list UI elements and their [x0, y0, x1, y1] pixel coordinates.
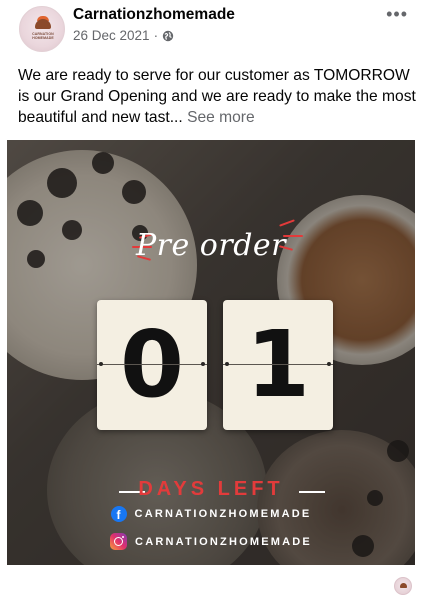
facebook-handle: CARNATIONZHOMEMADE [134, 508, 312, 520]
post-header: CARNATION HOMEMADE Carnationzhomemade 26… [0, 0, 422, 60]
hinge-pin [201, 362, 205, 366]
globe-icon [162, 30, 174, 41]
countdown-digit-card: 1 [223, 300, 333, 430]
meta-separator: · [153, 28, 159, 43]
hinge-pin [327, 362, 331, 366]
post-text: We are ready to serve for our customer a… [18, 65, 418, 128]
hinge-pin [225, 362, 229, 366]
cake-logo-icon [35, 19, 51, 29]
caption-line-right [299, 491, 325, 493]
post-options-button[interactable]: ••• [386, 4, 408, 25]
post-date[interactable]: 26 Dec 2021 [73, 28, 150, 43]
card-hinge [223, 364, 333, 365]
post-author-name[interactable]: Carnationzhomemade [73, 6, 235, 24]
instagram-icon [110, 533, 128, 550]
pre-order-title: Pre order [135, 228, 287, 263]
countdown-digit: 0 [119, 311, 184, 418]
instagram-handle: CARNATIONZHOMEMADE [135, 535, 312, 548]
days-left-caption: DAYS LEFT [138, 478, 284, 500]
image-overlay [7, 140, 415, 565]
facebook-handle-row: f CARNATIONZHOMEMADE [7, 506, 415, 522]
post-meta: 26 Dec 2021 · [73, 28, 174, 43]
see-more-link[interactable]: See more [187, 109, 255, 126]
reaction-avatar[interactable] [394, 577, 412, 595]
countdown-digit-card: 0 [97, 300, 207, 430]
facebook-icon: f [110, 506, 127, 522]
avatar-logo-text: CARNATION HOMEMADE [32, 32, 54, 40]
page-avatar[interactable]: CARNATION HOMEMADE [19, 6, 65, 52]
countdown-digit: 1 [245, 311, 310, 418]
instagram-handle-row: CARNATIONZHOMEMADE [7, 533, 415, 550]
post-image[interactable]: Pre order 0 1 DAYS LEFT f CARNATIONZHOME… [7, 140, 415, 565]
card-hinge [97, 364, 207, 365]
hinge-pin [99, 362, 103, 366]
